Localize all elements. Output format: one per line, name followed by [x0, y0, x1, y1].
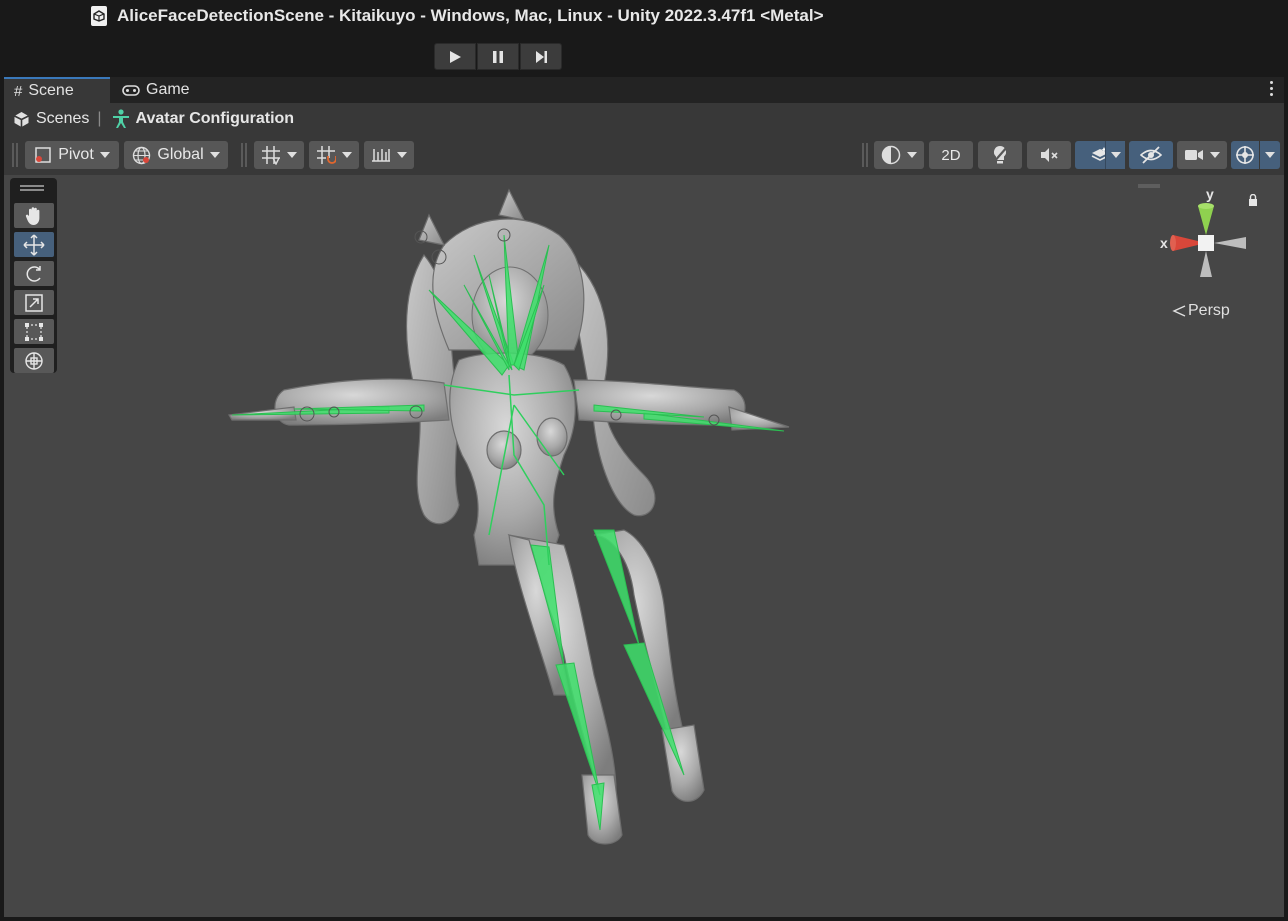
neg-x-cone	[1214, 237, 1246, 249]
play-button[interactable]	[434, 43, 476, 70]
audio-toggle[interactable]	[1027, 141, 1071, 169]
hidden-objects-toggle[interactable]	[1129, 141, 1173, 169]
gamepad-icon	[122, 84, 140, 96]
window-titlebar: AliceFaceDetectionScene - Kitaikuyo - Wi…	[0, 0, 1288, 40]
step-icon	[536, 50, 547, 63]
move-tool-icon	[23, 233, 45, 256]
panel-menu-icon[interactable]	[1270, 81, 1274, 99]
chevron-down-icon	[209, 152, 220, 158]
scene-toolbar: Pivot Global 2D	[4, 135, 1284, 175]
pivot-icon	[35, 147, 51, 163]
global-label: Global	[157, 146, 204, 163]
gizmos-toggle[interactable]	[1231, 141, 1259, 169]
projection-label: Persp	[1188, 302, 1230, 319]
perspective-icon	[1172, 305, 1186, 317]
chevron-down-icon	[287, 152, 297, 158]
overlay-grip[interactable]	[20, 185, 44, 191]
panel-tabs: # Scene Game	[4, 77, 1284, 103]
pivot-dropdown[interactable]: Pivot	[25, 141, 119, 169]
lightbulb-off-icon	[992, 145, 1008, 164]
playmode-controls	[434, 43, 562, 70]
toolbar-grip	[241, 143, 247, 167]
breadcrumb-separator: |	[97, 110, 102, 127]
chevron-down-icon	[342, 152, 352, 158]
transform-tool-icon	[25, 351, 43, 370]
eye-slash-icon	[1140, 146, 1162, 164]
grid-visibility-dropdown[interactable]	[254, 141, 304, 169]
avatar-model[interactable]	[4, 175, 1284, 917]
toolbar-grip	[12, 143, 18, 167]
neg-y-cone	[1200, 251, 1212, 277]
hand-tool-button[interactable]	[14, 203, 54, 228]
effects-dropdown[interactable]	[1105, 141, 1125, 169]
rotate-tool-button[interactable]	[14, 261, 54, 286]
toggle-2d-label: 2D	[941, 146, 961, 164]
hand-tool-icon	[25, 206, 40, 225]
play-icon	[450, 50, 461, 63]
scene-panel: # Scene Game Scenes | Avatar Configurati…	[4, 77, 1284, 917]
hash-icon: #	[14, 82, 23, 100]
globe-icon	[133, 146, 151, 164]
scale-tool-button[interactable]	[14, 290, 54, 315]
projection-toggle[interactable]: Persp	[1172, 302, 1230, 320]
pause-button[interactable]	[477, 43, 519, 70]
scale-tool-icon	[25, 293, 43, 312]
transform-tool-button[interactable]	[14, 348, 54, 373]
humanoid-icon	[112, 109, 129, 128]
tab-label: Scene	[28, 82, 74, 99]
gizmo-center-cube	[1198, 235, 1214, 251]
chevron-down-icon	[1110, 152, 1121, 158]
draw-mode-dropdown[interactable]	[874, 141, 924, 169]
breadcrumb-avatar-configuration[interactable]: Avatar Configuration	[112, 109, 295, 129]
rect-tool-icon	[25, 322, 43, 341]
audio-mute-icon	[1041, 148, 1058, 162]
gizmo-y-label: y	[1206, 186, 1214, 202]
tab-label: Game	[146, 81, 190, 98]
grid-icon	[262, 146, 280, 165]
increment-snapping-dropdown[interactable]	[364, 141, 414, 169]
scene-camera-dropdown[interactable]	[1177, 141, 1227, 169]
ruler-icon	[372, 149, 390, 162]
pivot-label: Pivot	[58, 146, 94, 163]
breadcrumb-scenes[interactable]: Scenes	[13, 110, 89, 128]
global-dropdown[interactable]: Global	[124, 141, 228, 169]
gizmo-sphere-icon	[1236, 146, 1254, 164]
grid-snap-icon	[317, 146, 336, 164]
tab-game[interactable]: Game	[112, 77, 202, 103]
rect-tool-button[interactable]	[14, 319, 54, 344]
chevron-down-icon	[907, 152, 917, 158]
legs	[507, 529, 705, 845]
unity-cube-icon	[14, 111, 29, 127]
pause-icon	[493, 50, 503, 63]
breadcrumb: Scenes | Avatar Configuration	[4, 103, 1284, 135]
rotate-tool-icon	[26, 265, 41, 282]
step-button[interactable]	[520, 43, 562, 70]
torso	[449, 352, 576, 566]
toolbar-grip	[862, 143, 868, 167]
unity-document-icon	[91, 6, 107, 26]
tools-overlay	[10, 178, 57, 373]
window-title: AliceFaceDetectionScene - Kitaikuyo - Wi…	[117, 6, 824, 25]
shading-sphere-icon	[881, 145, 901, 165]
chevron-down-icon	[397, 152, 407, 158]
chevron-down-icon	[1210, 152, 1220, 158]
breadcrumb-label: Avatar Configuration	[135, 110, 295, 127]
gizmo-x-label: x	[1160, 235, 1168, 251]
tab-scene[interactable]: # Scene	[4, 77, 110, 103]
gizmos-dropdown[interactable]	[1260, 141, 1280, 169]
move-tool-button[interactable]	[14, 232, 54, 257]
chevron-down-icon	[1265, 152, 1275, 158]
y-axis-cone	[1198, 206, 1214, 235]
chevron-down-icon	[99, 152, 110, 158]
scene-viewport[interactable]: y x Persp	[4, 175, 1284, 917]
grid-snapping-dropdown[interactable]	[309, 141, 359, 169]
orientation-gizmo[interactable]: y x	[1150, 185, 1260, 285]
toggle-2d-button[interactable]: 2D	[929, 141, 973, 169]
breadcrumb-label: Scenes	[36, 110, 90, 127]
video-camera-icon	[1185, 150, 1203, 160]
lighting-toggle[interactable]	[978, 141, 1022, 169]
